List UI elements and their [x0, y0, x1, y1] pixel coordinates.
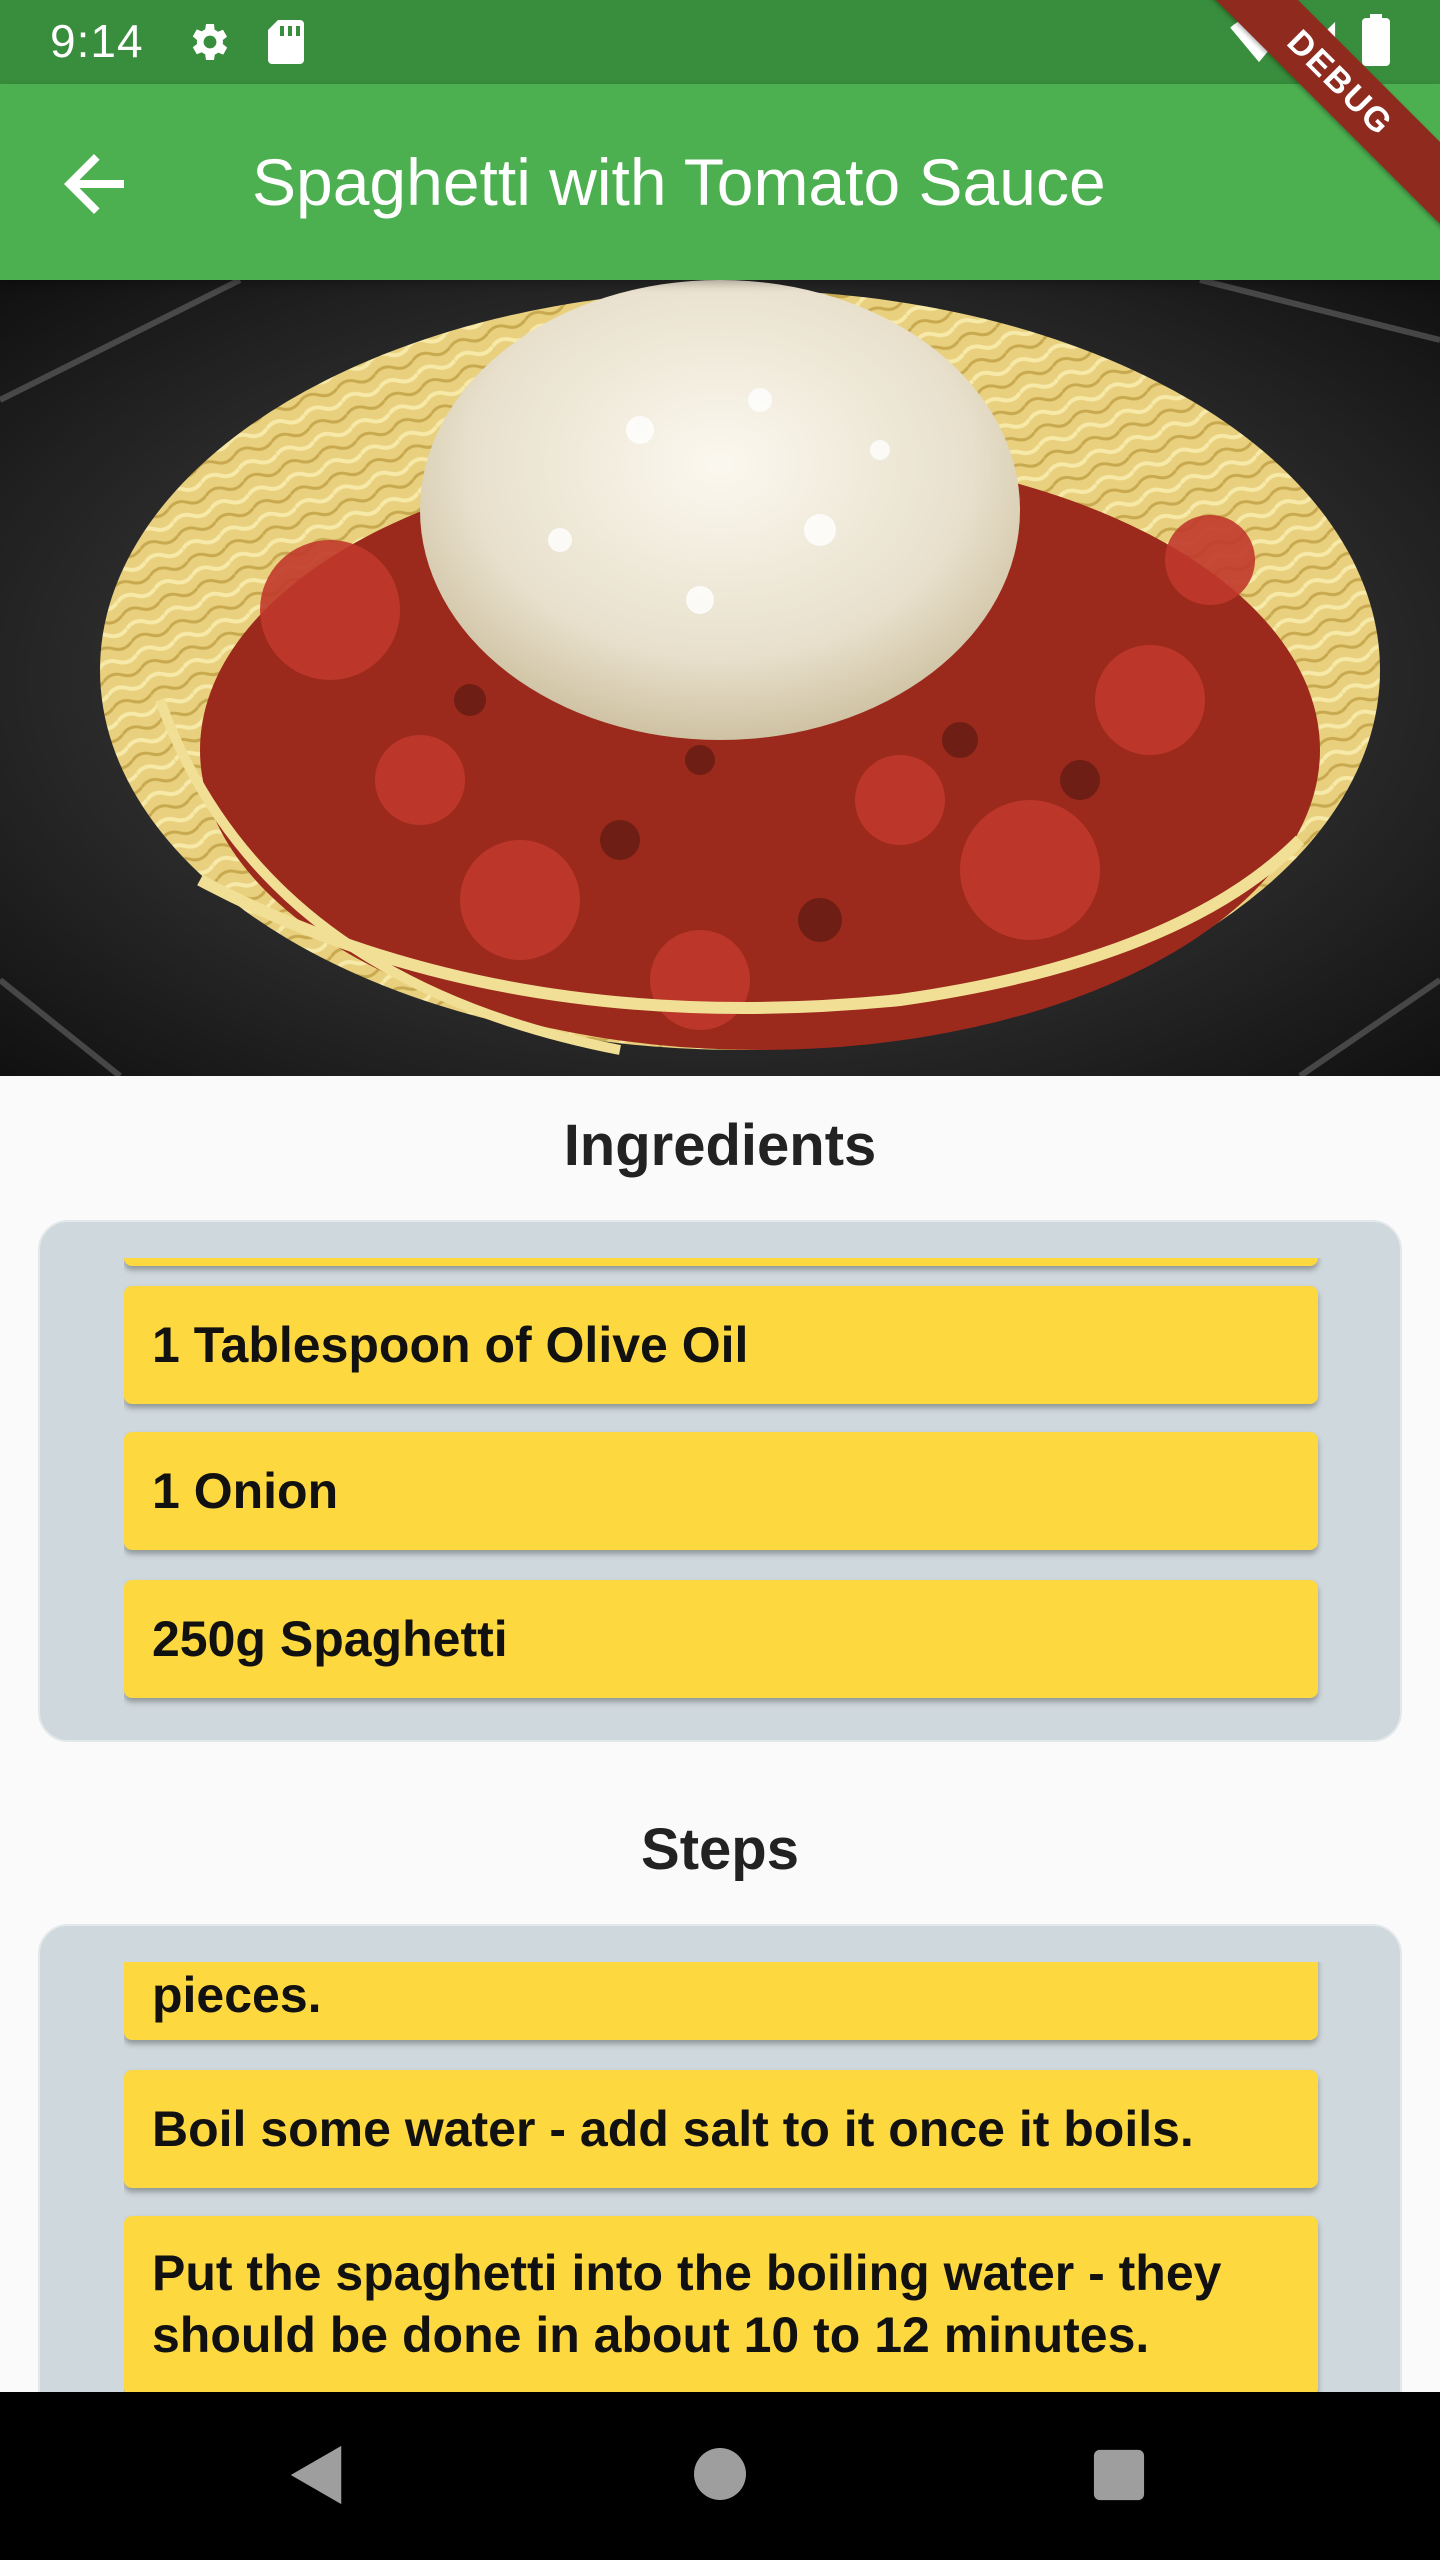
back-arrow-icon[interactable]: [48, 136, 144, 232]
nav-home-icon[interactable]: [692, 2446, 748, 2502]
step-label: pieces.: [152, 1967, 322, 2023]
settings-gear-icon: [192, 24, 228, 60]
ingredient-card: 1 Onion: [124, 1432, 1318, 1550]
recipe-photo: [0, 280, 1440, 1076]
step-card: pieces.: [124, 1962, 1318, 2040]
page-title: Spaghetti with Tomato Sauce: [252, 145, 1106, 219]
steps-heading: Steps: [641, 1817, 799, 1882]
app-bar: Spaghetti with Tomato Sauce: [0, 84, 1440, 280]
ingredients-list[interactable]: 1 Tablespoon of Olive Oil 1 Onion 250g S…: [124, 1258, 1324, 1726]
status-bar: 9:14: [0, 0, 1440, 84]
nav-recents-icon[interactable]: [1092, 2448, 1146, 2502]
system-nav-bar: [0, 2392, 1440, 2560]
ingredient-label: 250g Spaghetti: [152, 1611, 508, 1667]
ingredient-card: 250g Spaghetti: [124, 1580, 1318, 1698]
ingredients-heading: Ingredients: [563, 1113, 877, 1178]
ingredient-card: [124, 1258, 1318, 1266]
ingredients-panel[interactable]: 1 Tablespoon of Olive Oil 1 Onion 250g S…: [38, 1220, 1402, 1742]
sd-card-icon: [268, 20, 304, 64]
ingredient-card: 1 Tablespoon of Olive Oil: [124, 1286, 1318, 1404]
ingredient-label: 1 Tablespoon of Olive Oil: [152, 1317, 749, 1373]
nav-back-icon[interactable]: [286, 2442, 346, 2508]
step-card: Boil some water - add salt to it once it…: [124, 2070, 1318, 2188]
step-label: Boil some water - add salt to it once it…: [152, 2101, 1194, 2157]
battery-icon: [1362, 14, 1390, 66]
step-label: Put the spaghetti into the boiling water…: [152, 2245, 1222, 2363]
ingredient-label: 1 Onion: [152, 1463, 339, 1519]
status-time: 9:14: [50, 15, 144, 67]
spaghetti-photo-icon: [0, 280, 1440, 1076]
step-card: Put the spaghetti into the boiling water…: [124, 2216, 1318, 2396]
